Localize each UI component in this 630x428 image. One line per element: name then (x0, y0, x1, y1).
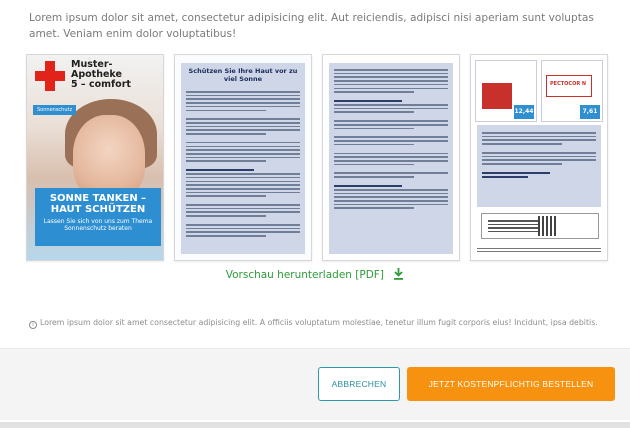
info-note: i Lorem ipsum dolor sit amet consectetur … (29, 318, 598, 329)
pharmacy-contact-box (481, 213, 599, 239)
article-text-block: Schützen Sie Ihre Haut vor zu viel Sonne (181, 63, 305, 254)
cover-headline: SONNE TANKEN – HAUT SCHÜTZEN (49, 193, 147, 215)
product-1-price: 12,44 (514, 105, 534, 119)
order-button[interactable]: JETZT KOSTENPFLICHTIG BESTELLEN (407, 367, 615, 401)
preview-page-offers: 12,44 PECTOCOR N 7,61 (470, 54, 608, 261)
info-icon: i (29, 321, 37, 329)
download-link-row: Vorschau herunterladen [PDF] (9, 268, 621, 281)
cover-tag: Sonnenschutz (33, 105, 77, 115)
download-link-label: Vorschau herunterladen [PDF] (225, 269, 384, 281)
product-1-package (482, 83, 512, 109)
bottom-divider (0, 422, 630, 428)
article-2-text-block (329, 63, 453, 254)
article-body-lines (181, 87, 305, 241)
footnote-lines (477, 246, 601, 254)
article-title: Schützen Sie Ihre Haut vor zu viel Sonne (188, 67, 298, 83)
offer-products: 12,44 PECTOCOR N 7,61 (475, 60, 605, 122)
cover-subline: Lassen Sie sich von uns zum Thema Sonnen… (43, 218, 153, 232)
product-2-name: PECTOCOR N (550, 81, 587, 87)
article-2-body-lines (329, 63, 453, 213)
cover-banner: SONNE TANKEN – HAUT SCHÜTZEN Lassen Sie … (35, 188, 161, 246)
brand-name: Muster- Apotheke 5 – comfort (71, 59, 131, 90)
pharmacy-cross-logo (35, 61, 65, 91)
pdf-preview-pages: Muster- Apotheke 5 – comfort Sonnenschut… (26, 54, 616, 262)
product-offer-1: 12,44 (475, 60, 537, 122)
preview-page-article: Schützen Sie Ihre Haut vor zu viel Sonne (174, 54, 312, 261)
qr-code-icon (538, 216, 558, 236)
offers-text-block (477, 125, 601, 207)
cancel-button[interactable]: ABBRECHEN (318, 367, 400, 401)
intro-text: Lorem ipsum dolor sit amet, consectetur … (29, 12, 594, 40)
preview-page-article-2 (322, 54, 460, 261)
download-icon (394, 268, 404, 280)
product-offer-2: PECTOCOR N 7,61 (541, 60, 603, 122)
preview-page-cover: Muster- Apotheke 5 – comfort Sonnenschut… (26, 54, 164, 261)
product-2-price: 7,61 (580, 105, 600, 119)
download-preview-link[interactable]: Vorschau herunterladen [PDF] (225, 268, 405, 281)
info-note-text: Lorem ipsum dolor sit amet consectetur a… (40, 318, 598, 327)
